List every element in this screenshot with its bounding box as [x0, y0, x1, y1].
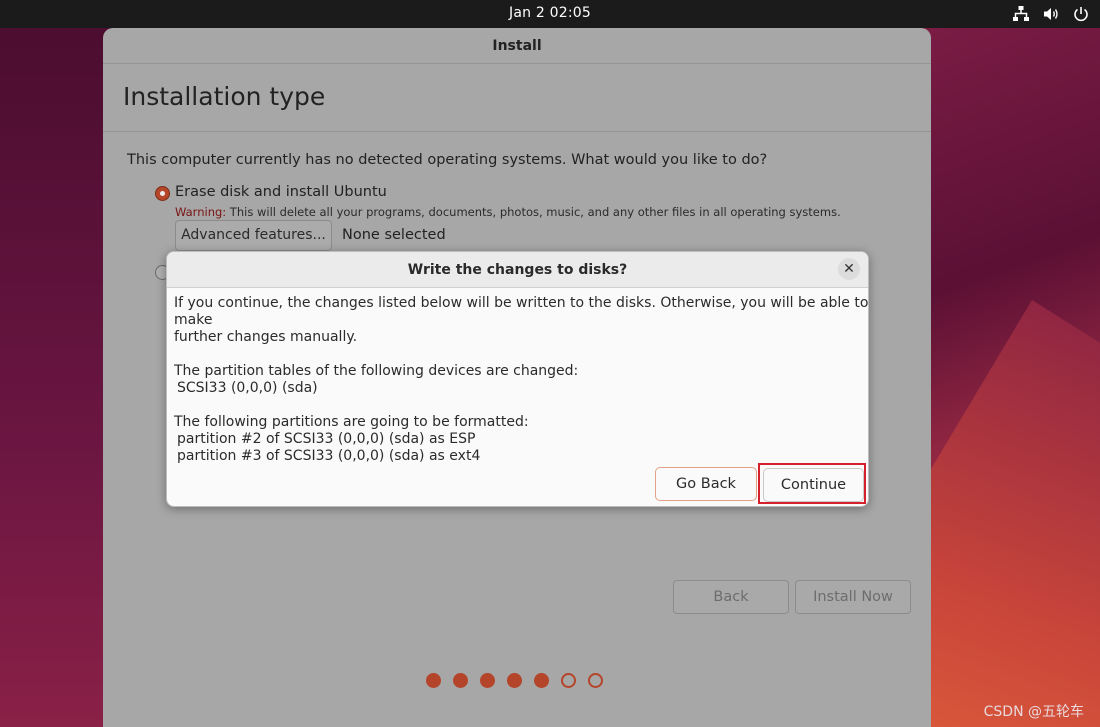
partition-tables-item: SCSI33 (0,0,0) (sda) [177, 380, 318, 396]
intro-line-1: If you continue, the changes listed belo… [174, 295, 869, 328]
progress-dot [534, 673, 549, 688]
power-icon[interactable] [1072, 5, 1090, 23]
intro-line-2: further changes manually. [174, 329, 358, 345]
progress-dot [561, 673, 576, 688]
progress-dot [588, 673, 603, 688]
progress-dot [453, 673, 468, 688]
progress-dot [507, 673, 522, 688]
warning-prefix: Warning: [175, 205, 227, 219]
window-title: Install [103, 28, 931, 64]
network-icon[interactable] [1012, 5, 1030, 23]
title-divider [103, 131, 931, 132]
erase-disk-label[interactable]: Erase disk and install Ubuntu [175, 184, 387, 200]
go-back-button[interactable]: Go Back [655, 467, 757, 501]
advanced-status: None selected [342, 227, 446, 243]
progress-dot [480, 673, 495, 688]
page-title: Installation type [123, 82, 326, 111]
volume-icon[interactable] [1042, 5, 1060, 23]
erase-disk-radio[interactable] [155, 186, 170, 201]
back-button[interactable]: Back [673, 580, 789, 614]
dialog-header: Write the changes to disks? ✕ [167, 252, 868, 288]
dialog-title: Write the changes to disks? [407, 262, 628, 278]
install-now-button[interactable]: Install Now [795, 580, 911, 614]
top-bar: Jan 2 02:05 [0, 0, 1100, 28]
close-icon[interactable]: ✕ [838, 258, 860, 280]
dialog-body: If you continue, the changes listed belo… [174, 295, 869, 465]
system-tray[interactable] [1012, 4, 1090, 24]
installation-question: This computer currently has no detected … [127, 152, 768, 168]
warning-text: This will delete all your programs, docu… [226, 205, 841, 219]
continue-button[interactable]: Continue [763, 468, 864, 502]
progress-dot [426, 673, 441, 688]
progress-dots [426, 673, 603, 688]
format-heading: The following partitions are going to be… [174, 414, 529, 430]
clock[interactable]: Jan 2 02:05 [0, 5, 1100, 21]
watermark: CSDN @五轮车 [983, 704, 1084, 720]
erase-warning: Warning: This will delete all your progr… [175, 205, 841, 219]
format-item: partition #2 of SCSI33 (0,0,0) (sda) as … [177, 431, 476, 447]
advanced-features-button[interactable]: Advanced features... [175, 220, 332, 251]
partition-tables-heading: The partition tables of the following de… [174, 363, 579, 379]
wallpaper-left [0, 28, 120, 727]
write-changes-dialog: Write the changes to disks? ✕ If you con… [166, 251, 869, 507]
